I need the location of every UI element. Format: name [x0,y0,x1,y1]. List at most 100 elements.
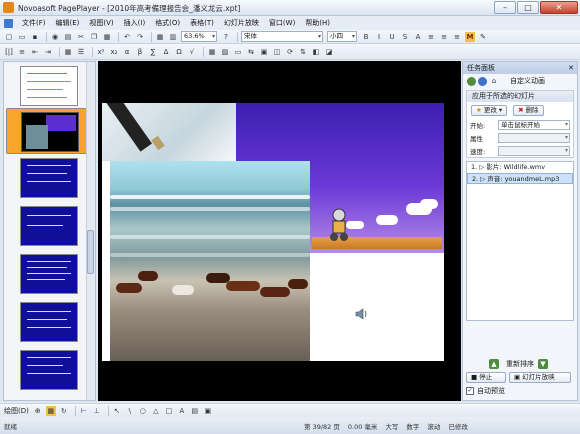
menu-insert[interactable]: 插入(I) [119,18,151,28]
equation-icon[interactable]: ∑ [148,47,158,57]
slide-thumbnail[interactable] [20,158,78,198]
format-icon[interactable]: M [465,31,475,42]
scrollbar-thumb[interactable] [87,230,94,274]
selected-slide-thumbnail[interactable] [6,108,88,154]
table-icon[interactable]: ▦ [63,47,73,57]
font-size-select[interactable]: 小四 [327,31,357,42]
close-icon[interactable]: ✕ [568,62,574,74]
grid-icon[interactable]: ▦ [45,405,56,416]
connector-icon[interactable]: ⊢ [79,406,89,416]
task-pane-nav-title[interactable]: 自定义动画 [510,76,545,86]
minimize-button[interactable]: – [494,1,516,14]
slide-thumbnail[interactable] [20,206,78,246]
slide-canvas[interactable] [102,103,444,361]
animation-item-selected[interactable]: 2. ▷ 声音: youandmeL.mp3 [467,173,573,184]
3d-icon[interactable]: ◪ [324,47,334,57]
copy-icon[interactable]: ❐ [89,32,99,42]
move-up-icon[interactable]: ▲ [489,358,499,369]
preview-icon[interactable]: ◉ [50,32,60,42]
menu-view[interactable]: 视图(V) [84,18,118,28]
textbox-tool-icon[interactable]: A [177,406,187,416]
flip-icon[interactable]: ⇅ [298,47,308,57]
font-name-select[interactable]: 宋体 [241,31,323,42]
draw-menu-button[interactable]: 绘图(D) [4,406,29,416]
draw-tool-icon[interactable]: ⊕ [33,406,43,416]
menu-help[interactable]: 帮助(H) [300,18,335,28]
numbering-icon[interactable]: ☰ [76,47,86,57]
menu-file[interactable]: 文件(F) [17,18,51,28]
strike-button[interactable]: S [400,32,410,42]
bracket-icon[interactable]: [|] [4,47,14,57]
speaker-icon[interactable] [354,307,368,321]
align-right-icon[interactable]: ≡ [452,32,462,42]
move-down-icon[interactable]: ▼ [538,358,548,369]
align-icon[interactable]: ≡ [17,47,27,57]
animation-list[interactable]: 1. ▷ 影片: Wildlife.wmv 2. ▷ 声音: youandmeL… [466,161,574,321]
undo-icon[interactable]: ↶ [122,32,132,42]
shape-tool-icon[interactable]: ▣ [203,406,213,416]
image-tool-icon[interactable]: ▤ [190,406,200,416]
matrix-icon[interactable]: Δ [161,47,171,57]
help-icon[interactable]: ? [221,32,231,42]
line-tool-icon[interactable]: \ [125,406,135,416]
menu-format[interactable]: 格式(O) [150,18,185,28]
rectangle-tool-icon[interactable]: □ [164,406,174,416]
italic-button[interactable]: I [374,32,384,42]
menu-edit[interactable]: 编辑(E) [51,18,85,28]
menu-window[interactable]: 窗口(W) [264,18,300,28]
new-icon[interactable]: ▢ [4,32,14,42]
maximize-button[interactable]: □ [517,1,539,14]
symbol-icon[interactable]: α [122,47,132,57]
slideshow-button[interactable]: ▣ 幻灯片放映 [509,372,571,383]
open-icon[interactable]: ▭ [17,32,27,42]
table-icon[interactable]: ▦ [155,32,165,42]
print-icon[interactable]: ▤ [63,32,73,42]
align-left-icon[interactable]: ≡ [426,32,436,42]
bold-button[interactable]: B [361,32,371,42]
slide-thumbnail[interactable] [20,254,78,294]
change-effect-button[interactable]: ★ 更改 ▾ [471,104,508,116]
underline-button[interactable]: U [387,32,397,42]
pen-icon[interactable]: ✎ [478,32,488,42]
ratio-icon[interactable]: Ω [174,47,184,57]
back-icon[interactable] [467,76,476,86]
animation-item[interactable]: 1. ▷ 影片: Wildlife.wmv [467,162,573,173]
indent-icon[interactable]: ⇤ [30,47,40,57]
rotate-icon[interactable]: ⟳ [285,47,295,57]
group-icon[interactable]: ▣ [259,47,269,57]
menu-table[interactable]: 表格(T) [185,18,219,28]
autopreview-checkbox[interactable]: ✓ [466,387,474,395]
document-icon[interactable] [4,18,13,28]
slide-thumbnail[interactable] [20,350,78,390]
stop-button[interactable]: ■ 停止 [466,372,506,383]
redo-icon[interactable]: ↷ [135,32,145,42]
home-icon[interactable]: ⌂ [489,76,499,86]
symbol-icon[interactable]: β [135,47,145,57]
close-button[interactable]: ✕ [540,1,578,14]
start-select[interactable]: 单击鼠标开始 [498,119,570,130]
pen-image[interactable] [102,103,236,161]
slide-thumbnail-panel[interactable] [3,61,96,401]
ellipse-tool-icon[interactable]: ○ [138,406,148,416]
triangle-tool-icon[interactable]: △ [151,406,161,416]
forward-icon[interactable] [478,76,487,86]
menu-slideshow[interactable]: 幻灯片放映 [219,18,264,28]
cut-icon[interactable]: ✂ [76,32,86,42]
chart-icon[interactable]: ▥ [168,32,178,42]
line-icon[interactable]: ▭ [233,47,243,57]
select-arrow-icon[interactable]: ↖ [112,406,122,416]
slide-stage[interactable] [98,61,461,401]
save-icon[interactable]: ▪ [30,32,40,42]
zoom-select[interactable]: 63.6% [181,31,217,42]
subscript-icon[interactable]: x₂ [109,47,119,57]
elbow-icon[interactable]: ⊥ [92,406,102,416]
grid-icon[interactable]: ▦ [207,47,217,57]
sqrt-icon[interactable]: √ [187,47,197,57]
delete-effect-button[interactable]: ✖ 删除 [513,104,544,116]
thumbnail-scrollbar[interactable] [86,62,95,400]
superscript-icon[interactable]: x² [96,47,106,57]
paste-icon[interactable]: ▦ [102,32,112,42]
arrow-icon[interactable]: ⇆ [246,47,256,57]
outdent-icon[interactable]: ⇥ [43,47,53,57]
order-icon[interactable]: ◫ [272,47,282,57]
